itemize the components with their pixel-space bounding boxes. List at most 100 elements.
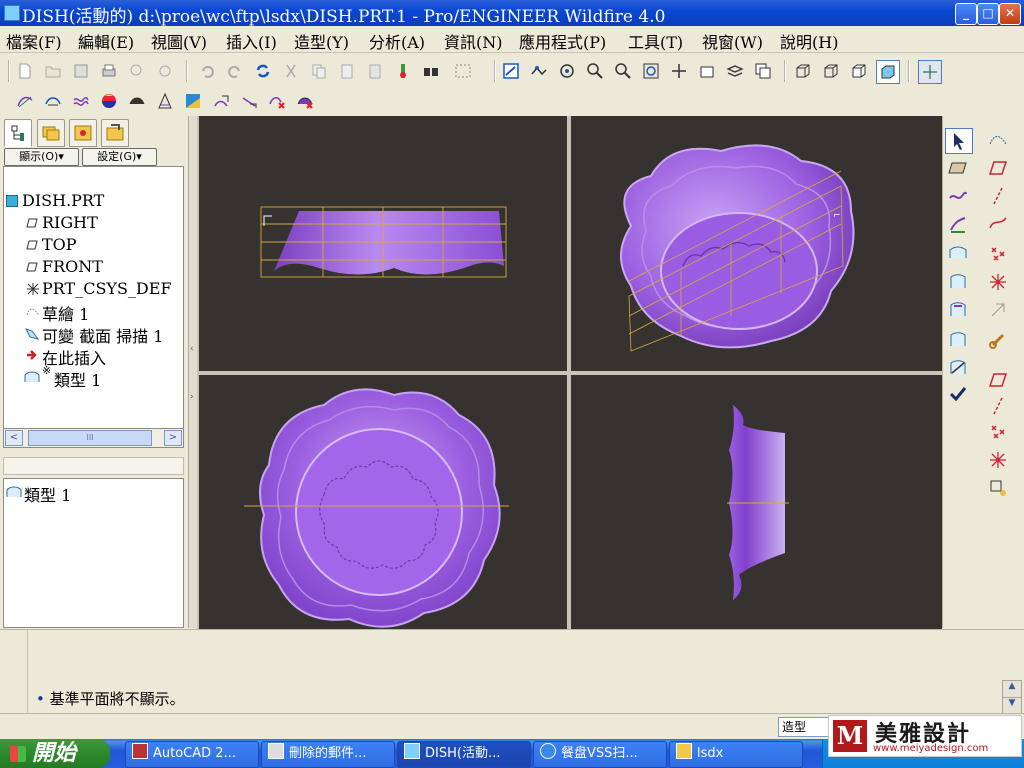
task-proe[interactable]: DISH(活動...	[397, 741, 531, 768]
task-autocad[interactable]: AutoCAD 2...	[125, 741, 259, 768]
scroll-thumb[interactable]: III	[28, 430, 152, 446]
datum-display-icon[interactable]	[918, 60, 942, 84]
connect-surface-icon[interactable]	[945, 270, 971, 294]
maximize-button[interactable]: □	[977, 3, 999, 25]
paste-special-icon[interactable]	[364, 60, 386, 82]
datum-curve-icon[interactable]	[985, 212, 1011, 236]
reorient-icon[interactable]	[668, 60, 690, 82]
shading-icon[interactable]	[876, 60, 900, 84]
send-mail-icon[interactable]	[126, 60, 148, 82]
copy-icon[interactable]	[308, 60, 330, 82]
datum-plane-icon-2[interactable]	[985, 368, 1011, 392]
offset-icon[interactable]	[238, 90, 260, 112]
done-check-icon[interactable]	[945, 382, 971, 406]
draft-check-icon[interactable]	[154, 90, 176, 112]
viewport-isometric[interactable]: ⌐	[571, 116, 942, 371]
datum-csys-icon[interactable]	[985, 270, 1011, 294]
curvature-icon[interactable]	[42, 90, 64, 112]
surface-tool-icon[interactable]	[945, 242, 971, 266]
curve-analysis-icon[interactable]	[14, 90, 36, 112]
viewport-side[interactable]	[571, 375, 942, 629]
model-player-icon[interactable]	[392, 60, 414, 82]
datum-csys-icon-2[interactable]	[985, 448, 1011, 472]
datum-point-display-icon[interactable]	[985, 476, 1011, 500]
wireframe-icon[interactable]	[792, 60, 814, 82]
zoom-out-icon[interactable]	[612, 60, 634, 82]
menu-view[interactable]: 視圖(V)	[151, 29, 207, 53]
menu-edit[interactable]: 編輯(E)	[78, 29, 134, 53]
refit-icon[interactable]	[640, 60, 662, 82]
selection-box-icon[interactable]	[448, 60, 478, 82]
scroll-right-icon[interactable]: >	[164, 430, 182, 446]
layers-icon[interactable]	[724, 60, 746, 82]
select-arrow-icon[interactable]	[945, 128, 973, 154]
connections-tab[interactable]	[101, 119, 129, 147]
menu-insert[interactable]: 插入(I)	[226, 29, 277, 53]
reflection-icon[interactable]	[98, 90, 120, 112]
curve-tool-icon[interactable]	[945, 184, 971, 208]
curve-on-surface-icon[interactable]	[945, 212, 971, 236]
view-manager-icon[interactable]	[752, 60, 774, 82]
tree-horizontal-scrollbar[interactable]: < III >	[3, 428, 184, 448]
saved-views-icon[interactable]	[696, 60, 718, 82]
find-icon[interactable]	[420, 60, 442, 82]
undo-icon[interactable]	[196, 60, 218, 82]
zoom-in-icon[interactable]	[584, 60, 606, 82]
task-browser[interactable]: 餐盘VSS扫...	[533, 741, 667, 768]
repaint-icon[interactable]	[500, 60, 522, 82]
delete-surface-analysis-icon[interactable]	[294, 90, 316, 112]
datum-axis-icon-2[interactable]	[985, 394, 1011, 418]
send-link-icon[interactable]	[154, 60, 176, 82]
datum-plane-tool-icon[interactable]	[985, 156, 1011, 180]
section-icon[interactable]	[210, 90, 232, 112]
start-button[interactable]: 開始	[0, 739, 110, 768]
menu-style[interactable]: 造型(Y)	[294, 29, 349, 53]
new-file-icon[interactable]	[14, 60, 36, 82]
settings-dropdown[interactable]: 設定(G)▾	[82, 148, 157, 166]
spin-center-icon[interactable]	[528, 60, 550, 82]
sketch-tool-icon[interactable]	[985, 128, 1011, 152]
viewport-top[interactable]	[199, 375, 567, 629]
paste-icon[interactable]	[336, 60, 358, 82]
scroll-down-icon[interactable]: ▼	[1003, 698, 1021, 714]
task-folder[interactable]: lsdx	[669, 741, 803, 768]
datum-axis-icon[interactable]	[985, 184, 1011, 208]
trim-surface-icon[interactable]	[945, 298, 971, 322]
scroll-left-icon[interactable]: <	[5, 430, 23, 446]
curve-from-intersect-icon[interactable]	[945, 356, 971, 380]
datum-point-icon[interactable]	[985, 242, 1011, 266]
analysis-feature-icon[interactable]	[985, 298, 1011, 322]
app-icon[interactable]	[4, 5, 20, 21]
message-scrollbar[interactable]: ▲ ▼	[1002, 680, 1022, 716]
task-mail[interactable]: 刪除的郵件...	[261, 741, 395, 768]
surface-edit-icon[interactable]	[945, 328, 971, 352]
link-icon[interactable]	[985, 328, 1011, 352]
menu-window[interactable]: 視窗(W)	[702, 29, 763, 53]
regenerate-icon[interactable]	[252, 60, 274, 82]
menu-file[interactable]: 檔案(F)	[6, 29, 62, 53]
deviation-icon[interactable]	[70, 90, 92, 112]
collapse-arrow-icon[interactable]: ‹	[190, 344, 194, 354]
save-icon[interactable]	[70, 60, 92, 82]
close-button[interactable]: ✕	[999, 3, 1021, 25]
redo-icon[interactable]	[224, 60, 246, 82]
model-tree-tab[interactable]	[4, 119, 32, 147]
graphics-window[interactable]: ⌐	[197, 116, 942, 629]
show-dropdown[interactable]: 顯示(O)▾	[4, 148, 79, 166]
folder-browser-tab[interactable]	[37, 119, 65, 147]
cut-icon[interactable]	[280, 60, 302, 82]
print-icon[interactable]	[98, 60, 120, 82]
datum-point-icon-2[interactable]	[985, 420, 1011, 444]
slope-icon[interactable]	[182, 90, 204, 112]
open-folder-icon[interactable]	[42, 60, 64, 82]
menu-tools[interactable]: 工具(T)	[628, 29, 683, 53]
shade-analysis-icon[interactable]	[126, 90, 148, 112]
favorites-tab[interactable]	[69, 119, 97, 147]
scroll-up-icon[interactable]: ▲	[1003, 681, 1021, 698]
plane-icon[interactable]	[945, 156, 971, 180]
menu-applications[interactable]: 應用程式(P)	[519, 29, 606, 53]
menu-analysis[interactable]: 分析(A)	[369, 29, 425, 53]
no-hidden-icon[interactable]	[848, 60, 870, 82]
minimize-button[interactable]: _	[955, 3, 977, 25]
hidden-line-icon[interactable]	[820, 60, 842, 82]
